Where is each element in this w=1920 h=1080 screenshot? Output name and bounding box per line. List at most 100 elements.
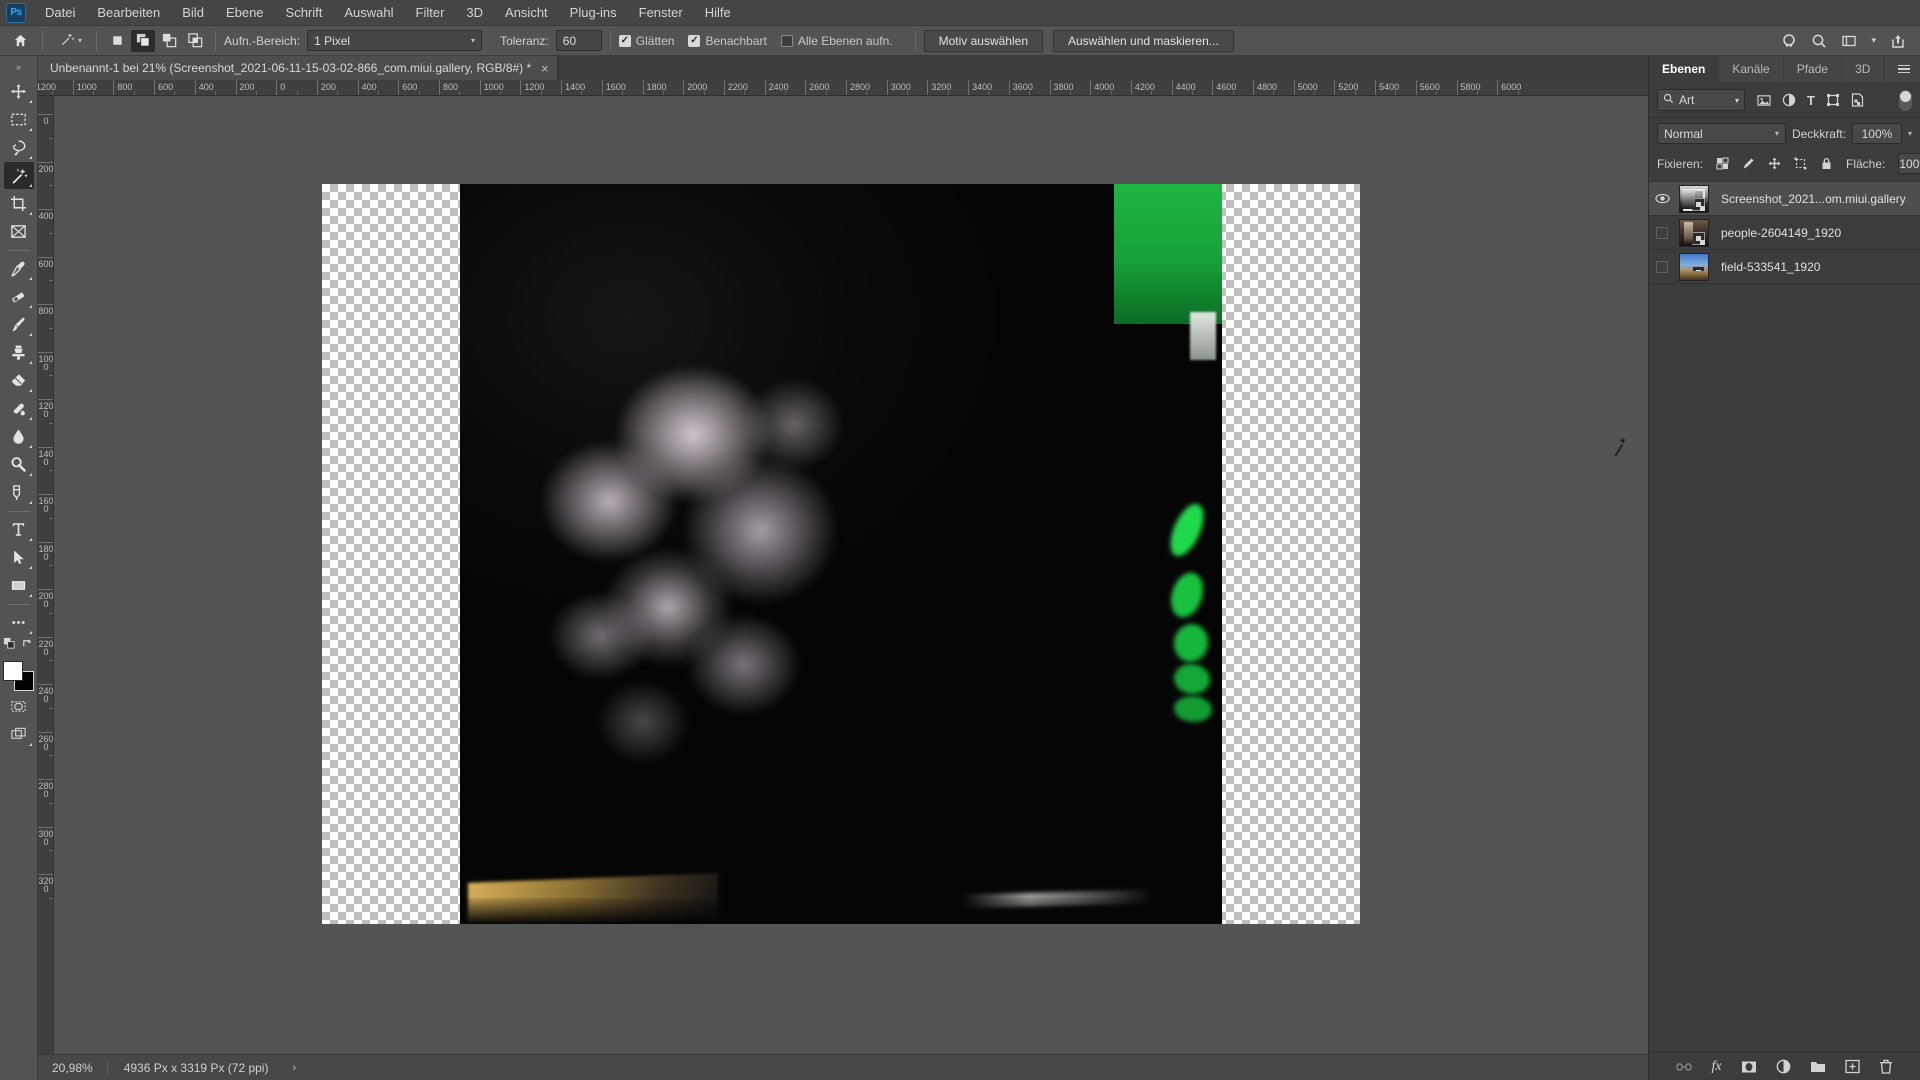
panel-tab-kan-le[interactable]: Kanäle — [1719, 56, 1784, 82]
tool-preset-picker[interactable]: ▾ — [51, 31, 88, 51]
chevron-down-icon[interactable]: ▾ — [78, 36, 82, 45]
gradient-tool[interactable] — [4, 395, 34, 422]
menu-item-plug-ins[interactable]: Plug-ins — [559, 1, 628, 24]
vertical-ruler[interactable]: 0 200 400 600 800 1000 1200 1400 1600 1800 2000 220… — [38, 96, 54, 1054]
workspace-icon[interactable] — [1841, 33, 1857, 49]
magic-wand-tool[interactable] — [3, 162, 34, 189]
menu-item-bearbeiten[interactable]: Bearbeiten — [86, 1, 171, 24]
workspace-chevron-icon[interactable]: ▾ — [1871, 35, 1876, 46]
layer-row[interactable]: field-533541_1920 — [1649, 250, 1920, 284]
lasso-tool[interactable] — [4, 134, 34, 161]
home-icon[interactable] — [6, 29, 34, 53]
filter-toggle[interactable] — [1899, 89, 1912, 111]
status-expand-icon[interactable]: › — [284, 1062, 304, 1074]
menu-item-ansicht[interactable]: Ansicht — [494, 1, 559, 24]
quick-mask-icon[interactable] — [4, 693, 34, 720]
filter-adjustment-icon[interactable] — [1782, 93, 1796, 107]
collapse-toolbar-button[interactable]: » — [16, 62, 21, 72]
filter-smart-object-icon[interactable] — [1851, 93, 1864, 107]
frame-tool[interactable] — [4, 218, 34, 245]
layer-thumbnail[interactable] — [1675, 252, 1713, 282]
clone-stamp-tool[interactable] — [4, 339, 34, 366]
lock-position-icon[interactable] — [1768, 157, 1781, 170]
lock-all-icon[interactable] — [1820, 157, 1833, 170]
share-icon[interactable] — [1890, 33, 1906, 49]
filter-pixel-icon[interactable] — [1757, 94, 1771, 107]
new-adjustment-layer-icon[interactable] — [1776, 1059, 1791, 1074]
layer-row[interactable]: people-2604149_1920 — [1649, 216, 1920, 250]
panel-tab-3d[interactable]: 3D — [1842, 56, 1885, 82]
menu-item-schrift[interactable]: Schrift — [275, 1, 334, 24]
filter-type-icon[interactable]: T — [1807, 93, 1815, 108]
layer-visibility-off[interactable] — [1649, 260, 1675, 273]
layer-thumbnail[interactable] — [1675, 184, 1713, 214]
contiguous-checkbox[interactable]: ✓ Benachbart — [688, 34, 767, 48]
layer-thumbnail[interactable] — [1675, 218, 1713, 248]
eraser-tool[interactable] — [4, 367, 34, 394]
fill-input[interactable]: 100% — [1898, 153, 1920, 174]
all-layers-checkbox[interactable]: Alle Ebenen aufn. — [780, 34, 893, 48]
add-layer-mask-icon[interactable] — [1741, 1060, 1757, 1074]
default-colors-icon[interactable] — [3, 637, 16, 653]
edit-toolbar-tool[interactable] — [4, 609, 34, 636]
opacity-chevron-icon[interactable]: ▾ — [1908, 129, 1912, 138]
new-selection[interactable] — [105, 30, 129, 52]
lock-transparent-pixels-icon[interactable] — [1716, 157, 1729, 170]
swap-colors-icon[interactable] — [21, 637, 34, 653]
sample-size-select[interactable]: 1 Pixel ▾ — [307, 30, 483, 51]
horizontal-ruler[interactable]: 1200 1000 800 600 400 200 0 200 400 600 800 1000 120… — [38, 80, 1648, 96]
menu-item-auswahl[interactable]: Auswahl — [333, 1, 404, 24]
spot-healing-brush-tool[interactable] — [4, 283, 34, 310]
panel-menu-icon[interactable] — [1888, 56, 1920, 82]
blend-mode-select[interactable]: Normal ▾ — [1657, 123, 1786, 144]
menu-item-fenster[interactable]: Fenster — [628, 1, 694, 24]
subtract-from-selection[interactable] — [157, 30, 181, 52]
select-and-mask-button[interactable]: Auswählen und maskieren... — [1053, 29, 1234, 52]
crop-tool[interactable] — [4, 190, 34, 217]
blur-tool[interactable] — [4, 423, 34, 450]
foreground-color-swatch[interactable] — [2, 661, 23, 681]
eyedropper-tool[interactable] — [4, 255, 34, 282]
dodge-tool[interactable] — [4, 451, 34, 478]
zoom-level[interactable]: 20,98% — [38, 1061, 107, 1075]
menu-item-ebene[interactable]: Ebene — [215, 1, 275, 24]
panel-tab-pfade[interactable]: Pfade — [1784, 56, 1843, 82]
link-layers-icon[interactable] — [1676, 1061, 1693, 1073]
menu-item-datei[interactable]: Datei — [34, 1, 86, 24]
menu-item-hilfe[interactable]: Hilfe — [694, 1, 742, 24]
anti-alias-checkbox[interactable]: ✓ Glätten — [618, 34, 674, 48]
search-icon[interactable] — [1811, 33, 1827, 49]
filter-kind-select[interactable]: Art ▾ — [1657, 89, 1745, 111]
canvas-area[interactable] — [54, 96, 1648, 1054]
pen-tool[interactable] — [4, 479, 34, 506]
path-selection-tool[interactable] — [4, 544, 34, 571]
add-to-selection[interactable] — [131, 29, 156, 52]
rectangle-tool[interactable] — [4, 572, 34, 599]
new-group-icon[interactable] — [1810, 1060, 1826, 1073]
new-layer-icon[interactable] — [1844, 1059, 1860, 1074]
layer-row[interactable]: Screenshot_2021...om.miui.gallery — [1649, 182, 1920, 216]
intersect-selection[interactable] — [183, 30, 207, 52]
layer-visibility-eye-icon[interactable] — [1649, 193, 1675, 204]
menu-item-3d[interactable]: 3D — [455, 1, 494, 24]
filter-shape-icon[interactable] — [1826, 93, 1840, 107]
move-tool[interactable] — [4, 78, 34, 105]
close-icon[interactable]: × — [541, 62, 549, 75]
layer-visibility-off[interactable] — [1649, 226, 1675, 239]
lock-image-pixels-icon[interactable] — [1742, 157, 1755, 170]
document-tab[interactable]: Unbenannt-1 bei 21% (Screenshot_2021-06-… — [38, 56, 558, 80]
menu-item-filter[interactable]: Filter — [405, 1, 456, 24]
opacity-input[interactable]: 100% — [1851, 123, 1902, 144]
rectangular-marquee-tool[interactable] — [4, 106, 34, 133]
discover-icon[interactable] — [1781, 33, 1797, 49]
delete-layer-icon[interactable] — [1879, 1059, 1893, 1074]
lock-artboard-nesting-icon[interactable] — [1794, 157, 1807, 170]
screen-mode-icon[interactable] — [4, 721, 34, 748]
layer-style-fx-icon[interactable]: fx — [1711, 1059, 1721, 1075]
brush-tool[interactable] — [4, 311, 34, 338]
tolerance-input[interactable]: 60 — [555, 30, 602, 51]
menu-item-bild[interactable]: Bild — [171, 1, 215, 24]
type-tool[interactable] — [4, 516, 34, 543]
select-subject-button[interactable]: Motiv auswählen — [923, 29, 1043, 52]
panel-tab-ebenen[interactable]: Ebenen — [1649, 56, 1720, 82]
